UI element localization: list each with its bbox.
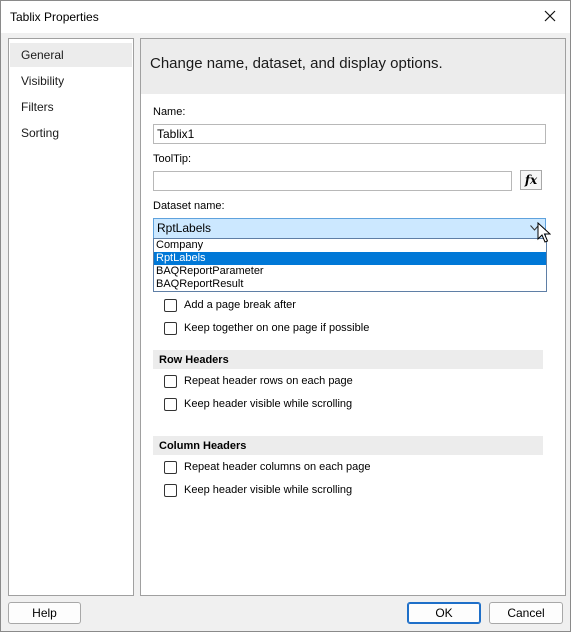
row-header-visible-option[interactable]: Keep header visible while scrolling xyxy=(164,396,352,412)
dataset-option-baqreportparameter[interactable]: BAQReportParameter xyxy=(154,265,546,278)
row-header-visible-checkbox[interactable] xyxy=(164,397,177,411)
close-icon xyxy=(544,10,556,22)
close-button[interactable] xyxy=(536,3,564,29)
dataset-name-label: Dataset name: xyxy=(153,200,225,212)
repeat-header-columns-checkbox[interactable] xyxy=(164,460,177,474)
column-header-visible-checkbox[interactable] xyxy=(164,483,177,497)
tooltip-label: ToolTip: xyxy=(153,153,192,165)
repeat-header-columns-label: Repeat header columns on each page xyxy=(184,461,371,473)
nav-item-sorting[interactable]: Sorting xyxy=(10,121,132,145)
mouse-cursor-icon xyxy=(537,222,551,243)
keep-together-checkbox[interactable] xyxy=(164,321,177,335)
keep-together-label: Keep together on one page if possible xyxy=(184,322,370,334)
page-break-after-option[interactable]: Add a page break after xyxy=(164,297,296,313)
column-headers-title: Column Headers xyxy=(159,440,247,452)
page-break-after-label: Add a page break after xyxy=(184,299,296,311)
name-field[interactable]: Tablix1 xyxy=(153,124,546,144)
page-break-after-checkbox[interactable] xyxy=(164,298,177,312)
dataset-option-company[interactable]: Company xyxy=(154,239,546,252)
row-headers-title: Row Headers xyxy=(159,354,229,366)
nav-item-visibility[interactable]: Visibility xyxy=(10,69,132,93)
name-label: Name: xyxy=(153,106,186,118)
keep-together-option[interactable]: Keep together on one page if possible xyxy=(164,320,369,336)
panel-header: Change name, dataset, and display option… xyxy=(141,39,565,94)
row-header-visible-label: Keep header visible while scrolling xyxy=(184,398,353,410)
repeat-header-columns-option[interactable]: Repeat header columns on each page xyxy=(164,459,371,475)
column-header-visible-label: Keep header visible while scrolling xyxy=(184,484,353,496)
dataset-option-rptlabels[interactable]: RptLabels xyxy=(154,252,546,265)
cancel-button[interactable]: Cancel xyxy=(489,602,563,624)
repeat-header-rows-label: Repeat header rows on each page xyxy=(184,375,353,387)
column-header-visible-option[interactable]: Keep header visible while scrolling xyxy=(164,482,352,498)
repeat-header-rows-checkbox[interactable] xyxy=(164,374,177,388)
help-button[interactable]: Help xyxy=(8,602,81,624)
tablix-properties-dialog: Tablix Properties General Visibility Fil… xyxy=(0,0,571,632)
tooltip-field[interactable] xyxy=(153,171,512,191)
repeat-header-rows-option[interactable]: Repeat header rows on each page xyxy=(164,373,353,389)
nav-item-filters[interactable]: Filters xyxy=(10,95,132,119)
window-title: Tablix Properties xyxy=(10,10,99,24)
general-panel: Change name, dataset, and display option… xyxy=(140,38,566,596)
column-headers-section: Column Headers xyxy=(153,436,543,455)
dataset-dropdown-list: Company RptLabels BAQReportParameter BAQ… xyxy=(153,238,547,292)
dataset-name-value: RptLabels xyxy=(157,221,212,235)
dataset-option-baqreportresult[interactable]: BAQReportResult xyxy=(154,278,546,291)
tooltip-expression-button[interactable]: fx xyxy=(520,170,542,190)
panel-header-text: Change name, dataset, and display option… xyxy=(150,55,443,72)
dataset-name-combo[interactable]: RptLabels xyxy=(153,218,546,239)
function-icon: fx xyxy=(524,173,538,187)
nav-item-general[interactable]: General xyxy=(10,43,132,67)
ok-button[interactable]: OK xyxy=(407,602,481,624)
row-headers-section: Row Headers xyxy=(153,350,543,369)
category-nav: General Visibility Filters Sorting xyxy=(8,38,134,596)
title-bar: Tablix Properties xyxy=(1,1,570,33)
